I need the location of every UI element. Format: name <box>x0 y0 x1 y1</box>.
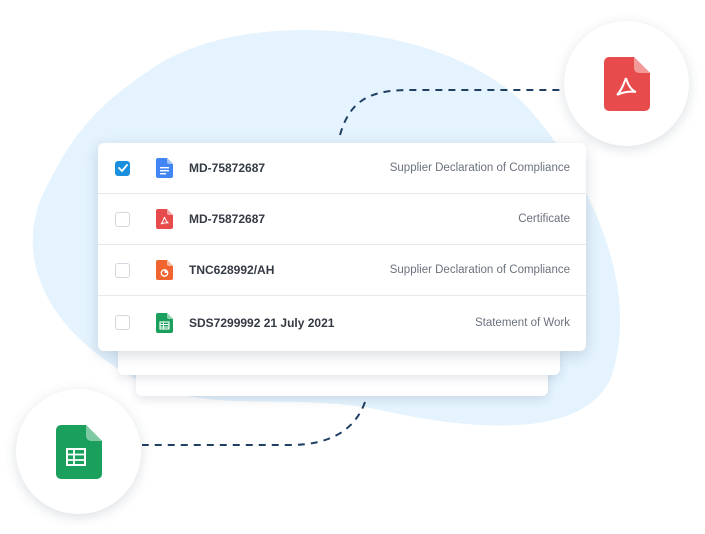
document-type: Supplier Declaration of Compliance <box>389 162 570 174</box>
document-id: SDS7299992 21 July 2021 <box>189 315 335 330</box>
document-id: MD-75872687 <box>189 212 266 226</box>
spreadsheet-file-badge <box>16 389 141 514</box>
pdf-file-icon <box>603 56 650 111</box>
row-checkbox[interactable] <box>115 262 130 278</box>
row-checkbox[interactable] <box>115 211 130 227</box>
list-item[interactable]: MD-75872687 Certificate <box>98 194 586 245</box>
google-doc-icon <box>156 158 173 178</box>
document-type: Statement of Work <box>474 316 570 329</box>
checkmark-icon <box>117 164 128 172</box>
sheet-file-icon <box>156 312 173 333</box>
list-item[interactable]: TNC628992/AH Supplier Declaration of Com… <box>98 245 586 296</box>
document-list: MD-75872687 Supplier Declaration of Comp… <box>98 143 586 351</box>
document-type: Certificate <box>518 213 570 225</box>
pdf-file-icon <box>156 209 173 229</box>
document-type: Supplier Declaration of Compliance <box>389 264 570 276</box>
slides-file-icon <box>156 260 173 280</box>
row-checkbox[interactable] <box>115 315 130 330</box>
spreadsheet-file-icon <box>55 424 102 479</box>
row-checkbox[interactable] <box>115 160 130 176</box>
list-item[interactable]: MD-75872687 Supplier Declaration of Comp… <box>98 143 586 194</box>
document-id: MD-75872687 <box>189 161 266 175</box>
document-id: TNC628992/AH <box>189 263 275 277</box>
pdf-file-badge <box>564 21 689 146</box>
list-item[interactable]: SDS7299992 21 July 2021 Statement of Wor… <box>98 296 586 349</box>
